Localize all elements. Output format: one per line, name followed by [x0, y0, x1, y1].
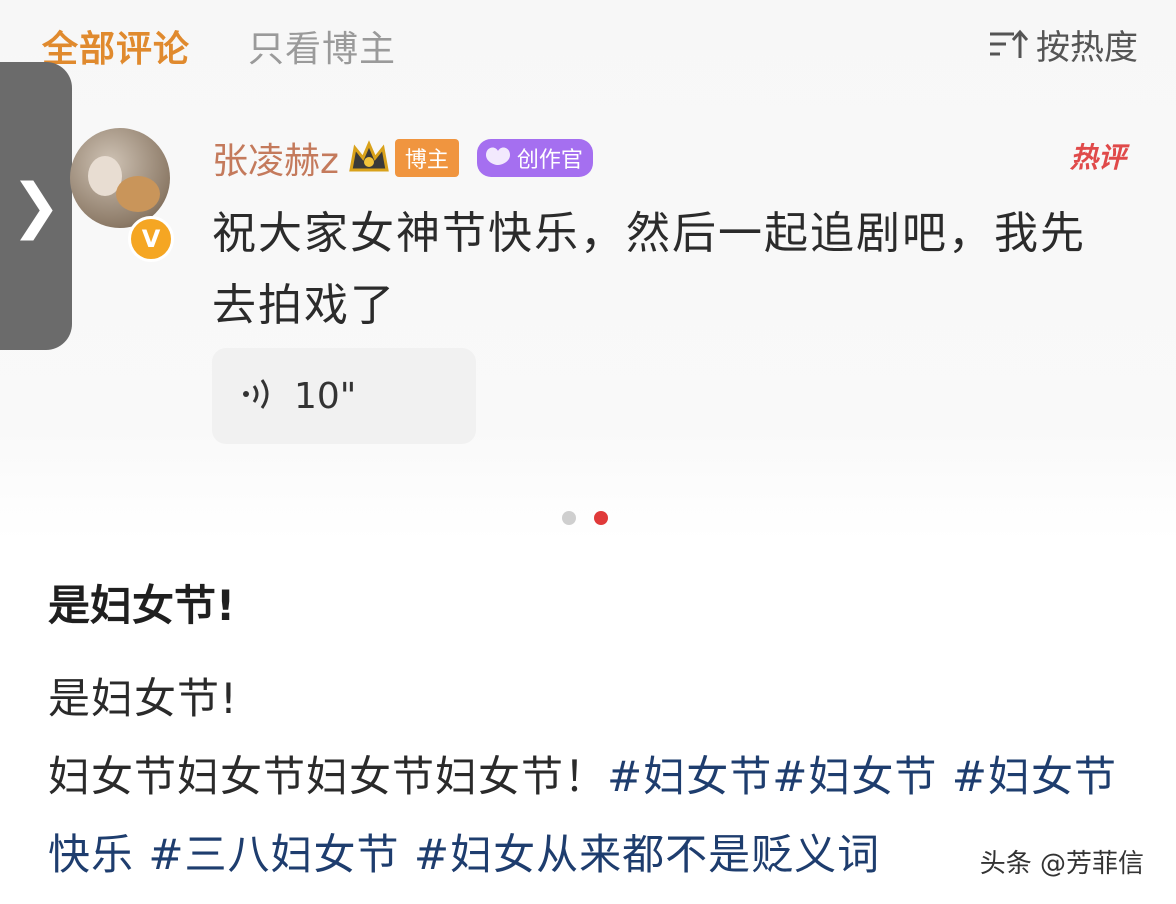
hashtag[interactable]: #三八妇女节 — [148, 830, 414, 879]
voice-duration: 10" — [294, 375, 357, 417]
article-title: 是妇女节! — [48, 581, 236, 630]
creator-icon — [483, 143, 513, 173]
username-row: 张凌赫z 博主 创作官 — [212, 132, 593, 184]
comment-panel: 全部评论 只看博主 按热度 ❯ V 张凌赫z 博主 创作官 热评 祝大家女神节快… — [0, 0, 1176, 540]
carousel-dot-2-active[interactable] — [594, 511, 608, 525]
back-button[interactable]: ❯ — [0, 62, 72, 350]
comment-text: 祝大家女神节快乐，然后一起追剧吧，我先去拍戏了 — [212, 208, 1086, 331]
article-line-2-text: 妇女节妇女节妇女节妇女节！ — [48, 752, 608, 801]
chevron-right-icon: ❯ — [10, 171, 62, 241]
hashtag[interactable]: #妇女节 — [607, 752, 772, 801]
sort-icon — [988, 28, 1028, 62]
hashtag[interactable]: #妇女从来都不是贬义词 — [414, 830, 880, 879]
article-line-1: 是妇女节! — [48, 674, 238, 723]
tab-blogger-only[interactable]: 只看博主 — [248, 20, 396, 72]
tab-all-comments[interactable]: 全部评论 — [42, 20, 190, 72]
avatar[interactable] — [70, 128, 170, 228]
sound-wave-icon — [240, 376, 276, 416]
carousel-dot-1[interactable] — [562, 511, 576, 525]
watermark: 头条 @芳菲信 — [973, 841, 1150, 882]
crown-icon — [347, 140, 391, 176]
blogger-badge: 博主 — [394, 139, 459, 177]
sort-button[interactable]: 按热度 — [988, 20, 1138, 69]
article-line-2: 妇女节妇女节妇女节妇女节！#妇女节#妇女节 #妇女节快乐 #三八妇女节 #妇女从… — [48, 738, 1128, 894]
creator-badge-label: 创作官 — [516, 148, 583, 173]
article-body: 是妇女节! 妇女节妇女节妇女节妇女节！#妇女节#妇女节 #妇女节快乐 #三八妇女… — [48, 660, 1128, 894]
verified-icon: V — [128, 216, 174, 262]
sort-label: 按热度 — [1036, 28, 1138, 68]
voice-message[interactable]: 10" — [212, 348, 476, 444]
hot-comment-label: 热评 — [1069, 141, 1126, 174]
creator-badge: 创作官 — [476, 139, 593, 177]
username[interactable]: 张凌赫z — [212, 132, 339, 184]
hashtag[interactable]: #妇女节 — [772, 752, 952, 801]
carousel-indicator — [562, 511, 608, 525]
comment-tabs: 全部评论 只看博主 — [42, 20, 396, 72]
